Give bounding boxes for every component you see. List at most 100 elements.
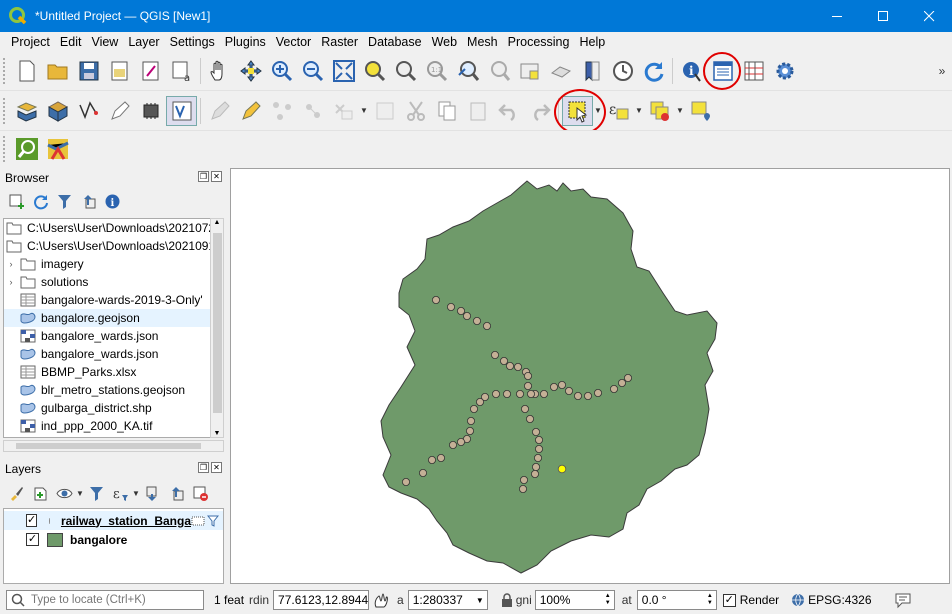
station-point[interactable] xyxy=(593,388,602,397)
select-features-button[interactable] xyxy=(554,88,606,135)
toggle-extents-icon[interactable] xyxy=(373,591,391,609)
layer-item[interactable]: ✓ bangalore xyxy=(4,530,223,549)
close-panel-button[interactable]: ✕ xyxy=(211,462,222,473)
menu-database[interactable]: Database xyxy=(361,33,425,51)
station-point[interactable] xyxy=(466,416,475,425)
filter-legend-button[interactable] xyxy=(84,482,108,504)
locator-bar[interactable]: Type to locate (Ctrl+K) xyxy=(6,590,204,610)
browser-item[interactable]: C:\Users\User\Downloads\2021072 xyxy=(4,219,210,237)
station-point[interactable] xyxy=(534,444,543,453)
zoom-out-button[interactable] xyxy=(297,56,328,86)
coordinate-field[interactable]: 77.6123,12.8944 xyxy=(273,590,370,610)
redo-button[interactable] xyxy=(524,96,555,126)
station-point[interactable] xyxy=(515,389,524,398)
browser-item[interactable]: gulbarga_district.shp xyxy=(4,399,210,417)
station-point[interactable] xyxy=(525,414,534,423)
new-geopackage-layer-button[interactable] xyxy=(42,96,73,126)
refresh-button[interactable] xyxy=(638,56,669,86)
station-point[interactable] xyxy=(617,378,626,387)
station-point[interactable] xyxy=(513,362,522,371)
menu-help[interactable]: Help xyxy=(572,33,608,51)
toolbar-grip[interactable] xyxy=(3,135,7,162)
menu-vector[interactable]: Vector xyxy=(269,33,314,51)
station-point[interactable] xyxy=(531,462,540,471)
station-point[interactable] xyxy=(530,469,539,478)
scale-combo[interactable]: 1:280337 ▼ xyxy=(407,590,488,610)
deselect-features-button[interactable] xyxy=(644,96,675,126)
multi-edit-button[interactable] xyxy=(297,96,328,126)
station-point[interactable] xyxy=(539,389,548,398)
manage-visibility-button[interactable] xyxy=(52,482,76,504)
station-point[interactable] xyxy=(557,380,566,389)
menu-project[interactable]: Project xyxy=(4,33,53,51)
magnifier-spinbox[interactable]: 100% ▲ ▼ xyxy=(534,590,615,610)
station-point[interactable] xyxy=(431,296,440,305)
expand-arrow-icon[interactable]: › xyxy=(4,277,18,287)
visibility-dropdown[interactable]: ▼ xyxy=(76,478,84,508)
gps-toolbar-button[interactable] xyxy=(135,96,166,126)
station-point[interactable] xyxy=(436,453,445,462)
toolbar-grip[interactable] xyxy=(3,97,7,124)
statistical-summary-button[interactable] xyxy=(738,56,769,86)
zoom-next-button[interactable] xyxy=(483,56,514,86)
current-edits-button[interactable] xyxy=(104,96,135,126)
station-point[interactable] xyxy=(418,468,427,477)
add-layers-button[interactable] xyxy=(4,190,28,212)
station-point[interactable] xyxy=(531,427,540,436)
station-point[interactable] xyxy=(462,311,471,320)
station-point[interactable] xyxy=(533,453,542,462)
lock-icon[interactable] xyxy=(500,592,514,608)
station-point[interactable] xyxy=(526,389,535,398)
browser-item[interactable]: ind_ppp_2000_KA.tif xyxy=(4,417,210,435)
expression-dropdown[interactable]: ▼ xyxy=(634,96,644,126)
delete-dropdown[interactable]: ▼ xyxy=(359,96,369,126)
expand-arrow-icon[interactable]: › xyxy=(4,259,18,269)
menu-plugins[interactable]: Plugins xyxy=(218,33,269,51)
open-attribute-table-button[interactable] xyxy=(703,52,741,90)
settings-button[interactable] xyxy=(769,56,800,86)
close-panel-button[interactable]: ✕ xyxy=(211,171,222,182)
browser-item[interactable]: blr_metro_stations.geojson xyxy=(4,381,210,399)
browser-scroll-thumb[interactable] xyxy=(213,233,222,413)
toolbar-grip[interactable] xyxy=(3,58,7,84)
open-project-button[interactable] xyxy=(42,56,73,86)
station-point[interactable] xyxy=(456,437,465,446)
message-log-icon[interactable] xyxy=(894,591,912,609)
station-point[interactable] xyxy=(523,371,532,380)
rotation-spinbox[interactable]: 0.0 ° ▲ ▼ xyxy=(636,590,717,610)
pan-to-selection-button[interactable] xyxy=(235,56,266,86)
menu-settings[interactable]: Settings xyxy=(163,33,218,51)
browser-item[interactable]: BBMP_Parks.xlsx xyxy=(4,363,210,381)
menu-processing[interactable]: Processing xyxy=(501,33,573,51)
new-bookmark-button[interactable] xyxy=(545,56,576,86)
station-point[interactable] xyxy=(448,440,457,449)
layer-indicators[interactable] xyxy=(191,515,219,527)
collapse-all-button[interactable] xyxy=(76,190,100,212)
station-point[interactable] xyxy=(523,381,532,390)
station-point[interactable] xyxy=(609,384,618,393)
layer-item[interactable]: ✓ railway_station_Banga xyxy=(4,511,223,530)
browser-item[interactable]: bangalore.geojson xyxy=(4,309,210,327)
delete-selected-button[interactable] xyxy=(328,96,359,126)
toggle-editing-button[interactable] xyxy=(166,95,197,126)
layout-manager-button[interactable] xyxy=(135,56,166,86)
style-manager-button[interactable]: a xyxy=(166,56,197,86)
save-edits-button[interactable] xyxy=(204,96,235,126)
station-point[interactable] xyxy=(475,397,484,406)
zoom-to-layer-button[interactable] xyxy=(390,56,421,86)
zoom-in-button[interactable] xyxy=(266,56,297,86)
station-point[interactable] xyxy=(490,350,499,359)
crs-button[interactable]: EPSG:4326 xyxy=(808,593,871,607)
edit-attributes-button[interactable] xyxy=(369,96,400,126)
expand-all-button[interactable] xyxy=(140,482,164,504)
menu-web[interactable]: Web xyxy=(425,33,460,51)
temporal-controller-button[interactable] xyxy=(607,56,638,86)
station-point[interactable] xyxy=(499,356,508,365)
collapse-all-layers-button[interactable] xyxy=(164,482,188,504)
menu-raster[interactable]: Raster xyxy=(314,33,361,51)
float-panel-button[interactable]: ❐ xyxy=(198,171,209,182)
minimize-button[interactable] xyxy=(814,0,860,32)
zoom-last-button[interactable] xyxy=(452,56,483,86)
expression-filter-dropdown[interactable]: ▼ xyxy=(132,478,140,508)
browser-item[interactable]: › imagery xyxy=(4,255,210,273)
